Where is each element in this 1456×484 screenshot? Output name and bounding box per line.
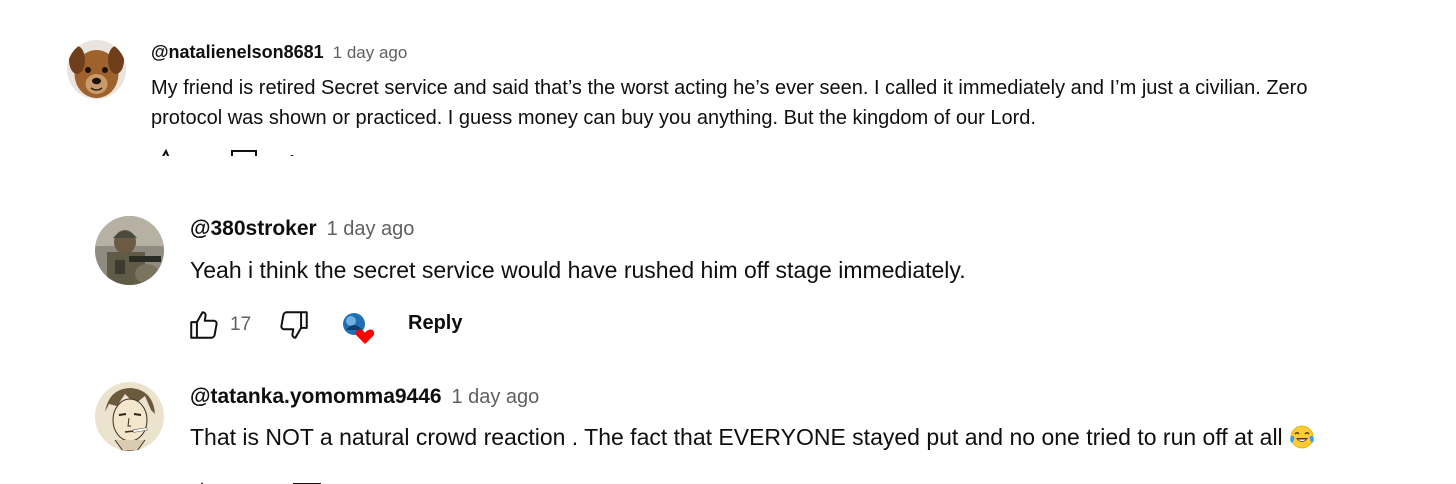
comment-text: That is NOT a natural crowd reaction . T…	[190, 422, 1410, 452]
comment-author[interactable]: @tatanka.yomomma9446	[190, 385, 442, 408]
dog-avatar[interactable]	[67, 40, 126, 99]
comment-timestamp[interactable]: 1 day ago	[333, 43, 408, 62]
dislike-button[interactable]	[276, 306, 312, 344]
comment-author[interactable]: @natalienelson8681	[151, 42, 324, 62]
comment-actions-cropped	[186, 476, 346, 484]
like-button[interactable]	[186, 306, 222, 344]
creator-heart-icon	[343, 313, 375, 344]
comment-text: Yeah i think the secret service would ha…	[190, 257, 966, 283]
thumbs-down-icon	[280, 311, 308, 339]
anime-portrait-avatar[interactable]	[95, 382, 164, 451]
comment-author[interactable]: @380stroker	[190, 217, 317, 240]
comment-timestamp[interactable]: 1 day ago	[451, 386, 539, 408]
comment-header: @tatanka.yomomma9446 1 day ago	[190, 385, 539, 409]
creator-heart-badge	[340, 310, 376, 346]
comment-actions-cropped	[150, 146, 310, 156]
comment-header: @380stroker 1 day ago	[190, 217, 414, 241]
thumbs-up-icon	[190, 311, 218, 339]
comment-text: My friend is retired Secret service and …	[151, 77, 1308, 129]
reply-button[interactable]: Reply	[408, 312, 462, 335]
like-count: 17	[230, 314, 252, 335]
comment-header: @natalienelson8681 1 day ago	[151, 42, 407, 63]
tears-of-joy-emoji-icon	[1289, 425, 1314, 449]
comment-timestamp[interactable]: 1 day ago	[327, 218, 415, 240]
comment-text-content: That is NOT a natural crowd reaction . T…	[190, 424, 1283, 450]
soldier-avatar[interactable]	[95, 216, 164, 285]
